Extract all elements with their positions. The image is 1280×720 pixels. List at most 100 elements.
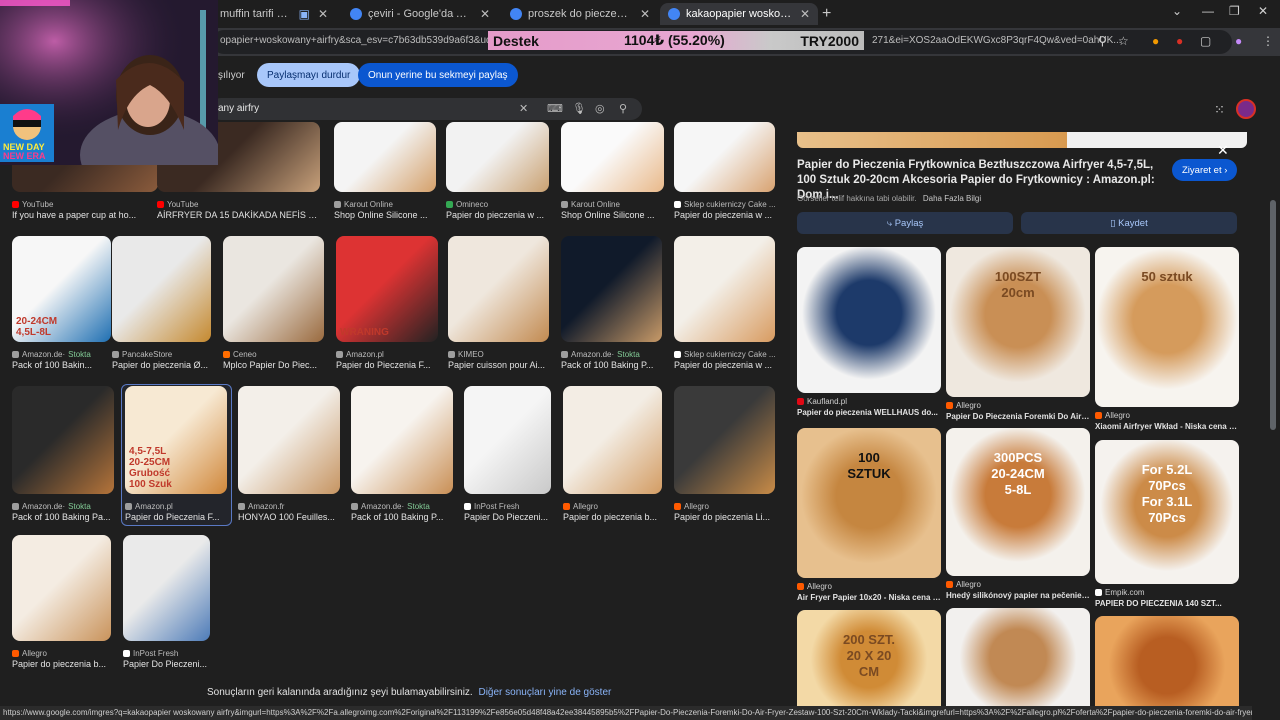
result-thumbnail[interactable] <box>223 236 324 342</box>
related-image[interactable] <box>946 608 1090 708</box>
extension-icon[interactable]: ● <box>1152 34 1159 48</box>
visit-button[interactable]: Ziyaret et › <box>1172 159 1238 181</box>
scrollbar[interactable] <box>1270 200 1276 430</box>
related-thumbnail[interactable] <box>1095 616 1239 708</box>
related-source[interactable]: Empik.com <box>1095 588 1145 597</box>
image-result[interactable]: WRANING Amazon.pl Papier do Pieczenia F... <box>336 236 438 378</box>
result-caption[interactable]: Papier do pieczenia Li... <box>674 512 775 522</box>
related-image[interactable]: 100 SZTUK Allegro Air Fryer Papier 10x20 -… <box>797 428 941 608</box>
image-result[interactable]: InPost Fresh Papier Do Pieczeni... <box>464 386 551 530</box>
share-button[interactable]: ⤷ Paylaş <box>797 212 1013 234</box>
result-caption[interactable]: Pack of 100 Baking Pa... <box>12 512 114 522</box>
profile-icon[interactable]: ● <box>1235 34 1242 48</box>
result-thumbnail[interactable] <box>674 236 775 342</box>
image-result[interactable]: Amazon.de · Stokta Pack of 100 Baking P..… <box>351 386 453 530</box>
related-image[interactable]: 300PCS 20-24CM 5-8L Allegro Hnedý silikóno… <box>946 428 1090 606</box>
related-image[interactable] <box>1095 616 1239 708</box>
result-caption[interactable]: AİRFRYER DA 15 DAKİKADA NEFİS T... <box>157 210 320 220</box>
related-caption[interactable]: Papier do pieczenia WELLHAUS do... <box>797 408 941 417</box>
result-thumbnail[interactable] <box>563 386 662 494</box>
result-thumbnail[interactable] <box>674 122 775 192</box>
image-result[interactable]: Karout Online Shop Online Silicone ... <box>561 122 664 228</box>
bookmark-star-icon[interactable]: ☆ <box>1118 34 1129 48</box>
result-caption[interactable]: Papier do pieczenia Ø... <box>112 360 211 370</box>
apps-grid-icon[interactable]: ⁙ <box>1214 102 1225 118</box>
result-source[interactable]: Amazon.de · Stokta <box>12 502 91 511</box>
search-icon[interactable]: ⚲ <box>619 102 627 115</box>
related-caption[interactable]: PAPIER DO PIECZENIA 140 SZT... <box>1095 599 1239 608</box>
image-result[interactable]: Sklep cukierniczy Cake ... Papier do piec… <box>674 236 776 378</box>
image-result[interactable]: 4,5-7,5L 20-25CM Grubość 100 Szuk Amazon.… <box>125 386 227 530</box>
related-image[interactable]: For 5.2L 70Pcs For 3.1L 70Pcs Empik.com PA… <box>1095 440 1239 614</box>
image-result[interactable]: Amazon.de · Stokta Pack of 100 Baking Pa.… <box>12 386 114 530</box>
result-caption[interactable]: Papier cuisson pour Ai... <box>448 360 549 370</box>
related-thumbnail[interactable]: For 5.2L 70Pcs For 3.1L 70Pcs <box>1095 440 1239 584</box>
clear-icon[interactable]: ✕ <box>519 102 528 115</box>
image-result[interactable]: 20-24CM 4,5L-8L Amazon.de · Stokta Pack of… <box>12 236 111 378</box>
result-caption[interactable]: Papier Do Pieczeni... <box>123 659 210 669</box>
share-this-tab-button[interactable]: Onun yerine bu sekmeyi paylaş <box>358 63 518 87</box>
result-thumbnail[interactable] <box>334 122 436 192</box>
tab-youtube[interactable]: muffin tarifi - YouTube ▣ ✕ <box>212 3 336 25</box>
result-caption[interactable]: Papier do Pieczenia F... <box>336 360 438 370</box>
result-thumbnail[interactable]: 4,5-7,5L 20-25CM Grubość 100 Szuk <box>125 386 227 494</box>
result-thumbnail[interactable] <box>464 386 551 494</box>
image-result[interactable]: InPost Fresh Papier Do Pieczeni... <box>123 535 210 677</box>
result-thumbnail[interactable] <box>12 386 114 494</box>
result-source[interactable]: Allegro <box>12 649 47 658</box>
related-image[interactable]: 100SZT 20cm Allegro Papier Do Pieczenia Fo… <box>946 247 1090 427</box>
audio-icon[interactable]: ▣ <box>299 7 310 21</box>
result-thumbnail[interactable] <box>448 236 549 342</box>
microphone-icon[interactable]: 🎙 <box>572 102 586 115</box>
related-thumbnail[interactable]: 300PCS 20-24CM 5-8L <box>946 428 1090 576</box>
related-source[interactable]: Allegro <box>797 582 832 591</box>
result-thumbnail[interactable] <box>446 122 549 192</box>
result-source[interactable]: Amazon.pl <box>125 502 173 511</box>
image-result[interactable]: Sklep cukierniczy Cake ... Papier do piec… <box>674 122 776 228</box>
result-thumbnail[interactable] <box>123 535 210 641</box>
result-thumbnail[interactable] <box>351 386 453 494</box>
result-thumbnail[interactable] <box>561 122 664 192</box>
result-caption[interactable]: Papier do pieczenia b... <box>12 659 111 669</box>
close-icon[interactable]: ✕ <box>480 7 490 21</box>
result-thumbnail[interactable]: 20-24CM 4,5L-8L <box>12 236 111 342</box>
result-source[interactable]: Omineco <box>446 200 488 209</box>
avatar[interactable] <box>1236 99 1256 119</box>
lens-icon[interactable]: ◎ <box>595 102 605 115</box>
result-thumbnail[interactable] <box>238 386 340 494</box>
extension-icon[interactable]: ● <box>1176 34 1183 48</box>
result-caption[interactable]: Mplco Papier Do Piec... <box>223 360 324 370</box>
menu-icon[interactable]: ⋮ <box>1262 34 1274 48</box>
save-button[interactable]: ▯ Kaydet <box>1021 212 1237 234</box>
maximize-icon[interactable]: ❐ <box>1229 4 1240 18</box>
result-source[interactable]: Amazon.de · Stokta <box>12 350 91 359</box>
related-image[interactable]: Kaufland.pl Papier do pieczenia WELLHAUS … <box>797 247 941 423</box>
minimize-icon[interactable]: — <box>1202 4 1214 18</box>
close-icon[interactable]: ✕ <box>800 7 810 21</box>
result-source[interactable]: Ceneo <box>223 350 257 359</box>
image-result[interactable]: PancakeStore Papier do pieczenia Ø... <box>112 236 211 378</box>
result-source[interactable]: Amazon.pl <box>336 350 384 359</box>
related-thumbnail[interactable] <box>946 608 1090 708</box>
image-result[interactable]: KIMEO Papier cuisson pour Ai... <box>448 236 549 378</box>
result-caption[interactable]: Papier do pieczenia w ... <box>446 210 549 220</box>
window-close-icon[interactable]: ✕ <box>1258 4 1268 18</box>
tab-proszek[interactable]: proszek do pieczenia - Google ✕ <box>502 3 658 25</box>
result-source[interactable]: Amazon.de · Stokta <box>351 502 430 511</box>
result-source[interactable]: Allegro <box>674 502 709 511</box>
related-image[interactable]: 200 SZT. 20 X 20 CM <box>797 610 941 708</box>
related-thumbnail[interactable]: 50 sztuk <box>1095 247 1239 407</box>
result-caption[interactable]: Papier Do Pieczeni... <box>464 512 551 522</box>
result-thumbnail[interactable] <box>12 535 111 641</box>
image-result[interactable]: Amazon.de · Stokta Pack of 100 Baking P..… <box>561 236 662 378</box>
image-result[interactable]: Ceneo Mplco Papier Do Piec... <box>223 236 324 378</box>
tab-ceviri[interactable]: çeviri - Google'da Ara ✕ <box>342 3 498 25</box>
result-source[interactable]: YouTube <box>157 200 198 209</box>
result-caption[interactable]: Pack of 100 Baking P... <box>561 360 662 370</box>
image-result[interactable]: Karout Online Shop Online Silicone ... <box>334 122 436 228</box>
image-result[interactable]: Amazon.fr HONYAO 100 Feuilles... <box>238 386 340 530</box>
result-caption[interactable]: Papier do pieczenia w ... <box>674 360 775 370</box>
result-thumbnail[interactable] <box>112 236 211 342</box>
related-image[interactable]: 50 sztuk Allegro Xiaomi Airfryer Wkład - N… <box>1095 247 1239 437</box>
new-tab-button[interactable]: + <box>822 5 831 23</box>
